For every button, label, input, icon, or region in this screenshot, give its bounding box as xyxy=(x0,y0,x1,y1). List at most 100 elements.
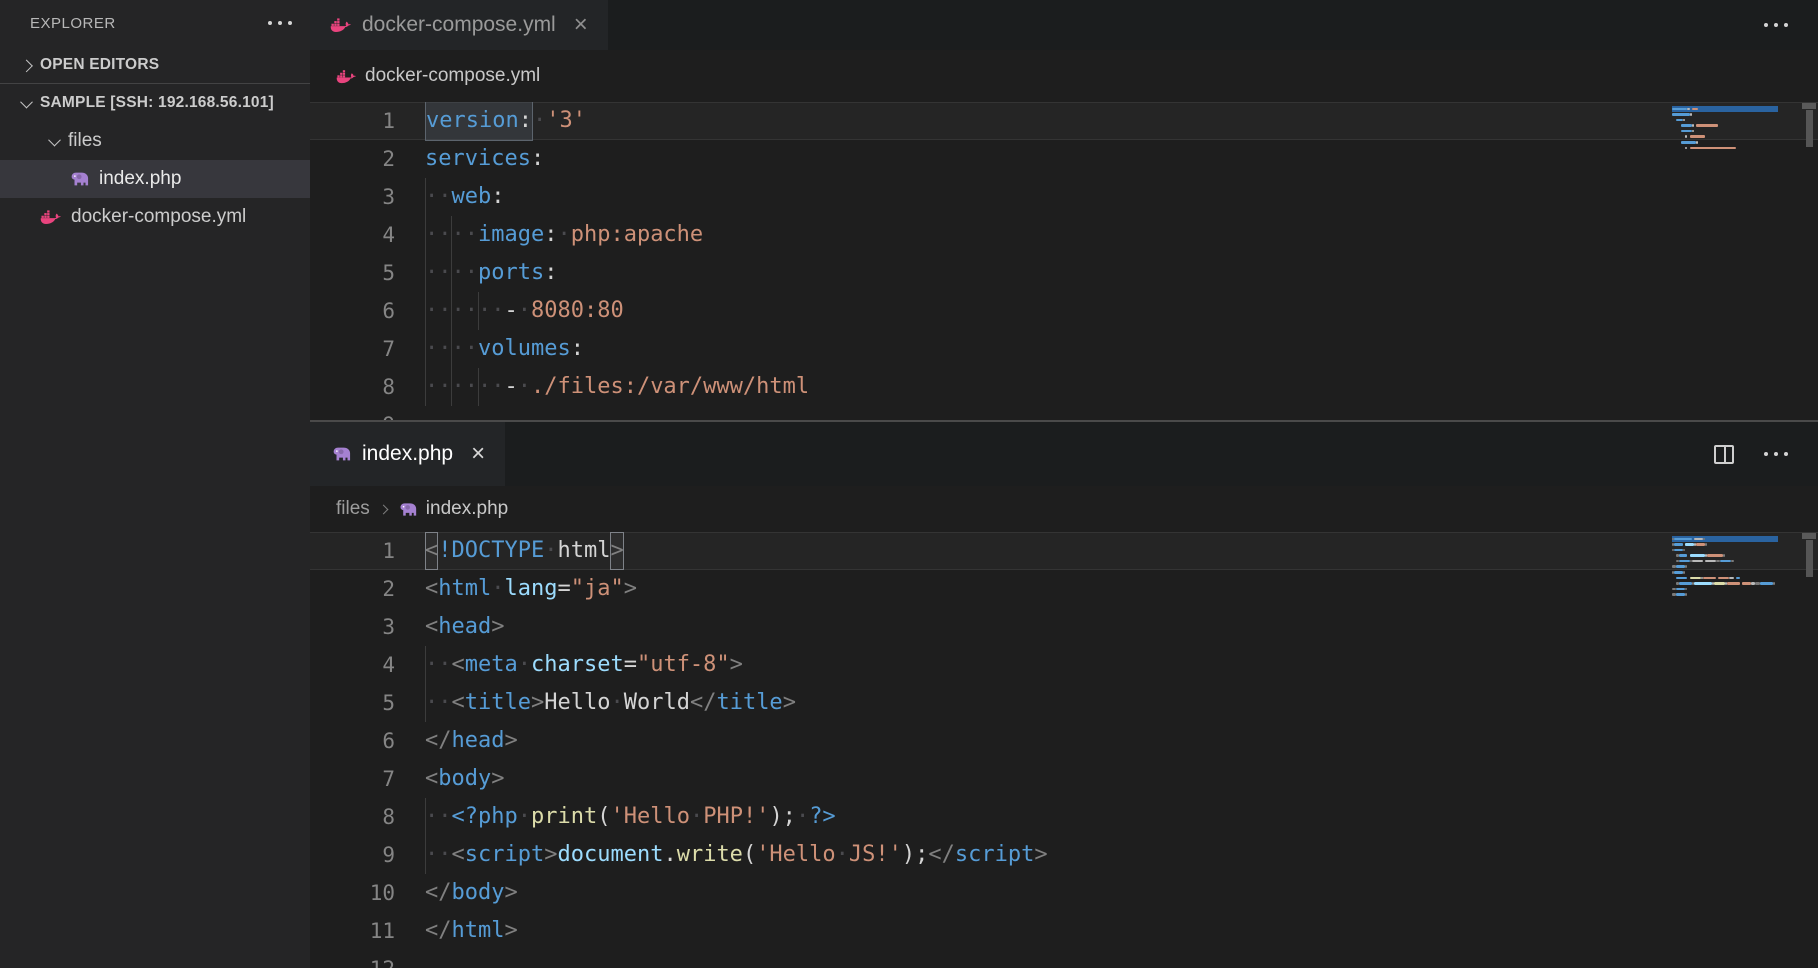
code-line[interactable]: 8······-·./files:/var/www/html xyxy=(310,368,1818,406)
minimap-token xyxy=(1681,124,1692,127)
code-token: "utf-8" xyxy=(637,646,730,684)
tab-index-php[interactable]: index.php× xyxy=(310,422,506,486)
code-line[interactable]: 3<head> xyxy=(310,608,1818,646)
tab-docker-compose-yml[interactable]: docker-compose.yml× xyxy=(310,0,609,50)
split-editor-icon[interactable] xyxy=(1714,445,1734,464)
line-number: 12 xyxy=(310,950,425,968)
breadcrumb-label: index.php xyxy=(426,498,508,520)
code-token: · xyxy=(610,684,623,722)
line-number: 4 xyxy=(310,216,425,254)
minimap-token xyxy=(1672,113,1690,116)
code-token: ·· xyxy=(425,178,452,216)
tab-close-icon[interactable]: × xyxy=(471,442,485,466)
code-line[interactable]: 8··<?php·print('Hello·PHP!');·?> xyxy=(310,798,1818,836)
code-token: ·· xyxy=(425,684,452,722)
code-token: · xyxy=(544,532,557,570)
code-line[interactable]: 7<body> xyxy=(310,760,1818,798)
code-token: PHP!' xyxy=(703,798,769,836)
breadcrumb-item[interactable]: index.php xyxy=(397,498,508,520)
minimap-token xyxy=(1674,549,1683,552)
more-actions-icon[interactable] xyxy=(1760,19,1792,31)
scrollbar[interactable] xyxy=(1802,103,1816,147)
code-line[interactable]: 6</head> xyxy=(310,722,1818,760)
code-token: meta xyxy=(465,646,518,684)
explorer-more-actions-icon[interactable] xyxy=(264,17,296,29)
indent-guide xyxy=(425,292,426,330)
line-content: ······-·8080:80 xyxy=(425,292,1818,330)
tree-item-index-php[interactable]: index.php xyxy=(0,160,310,198)
code-token: < xyxy=(452,836,465,874)
more-actions-icon[interactable] xyxy=(1760,448,1792,460)
minimap[interactable] xyxy=(1672,106,1800,151)
minimap-token xyxy=(1690,147,1736,150)
minimap-token xyxy=(1714,582,1725,585)
php-icon xyxy=(330,443,352,465)
code-token: ·· xyxy=(425,646,452,684)
indent-guide xyxy=(451,216,452,254)
code-token: html xyxy=(557,532,610,570)
line-content xyxy=(425,950,1818,968)
code-line[interactable]: 6······-·8080:80 xyxy=(310,292,1818,330)
code-line[interactable]: 9··<script>document.write('Hello·JS!');<… xyxy=(310,836,1818,874)
minimap-token xyxy=(1720,560,1731,563)
code-token: · xyxy=(836,836,849,874)
minimap-token xyxy=(1736,577,1740,580)
code-line[interactable]: 4····image:·php:apache xyxy=(310,216,1818,254)
tab-close-icon[interactable]: × xyxy=(574,13,588,37)
code-line[interactable]: 7····volumes: xyxy=(310,330,1818,368)
code-token: · xyxy=(796,798,809,836)
indent-guide xyxy=(425,216,426,254)
minimap-token xyxy=(1694,538,1703,541)
tree-item-sample-ssh-192-168-56-101[interactable]: SAMPLE [SSH: 192.168.56.101] xyxy=(0,84,310,122)
explorer-header: EXPLORER xyxy=(0,0,310,46)
minimap[interactable] xyxy=(1672,536,1800,598)
minimap-token xyxy=(1742,582,1751,585)
line-number: 5 xyxy=(310,254,425,292)
code-line[interactable]: 5··<title>Hello·World</title> xyxy=(310,684,1818,722)
breadcrumb-separator-icon xyxy=(378,504,388,514)
minimap-token xyxy=(1723,554,1725,557)
chevron-down-icon xyxy=(12,99,40,108)
minimap-token xyxy=(1727,582,1740,585)
code-line[interactable]: 5····ports: xyxy=(310,254,1818,292)
code-token: : xyxy=(544,216,557,254)
breadcrumb-item[interactable]: files xyxy=(336,498,370,520)
minimap-token xyxy=(1672,135,1685,138)
scrollbar[interactable] xyxy=(1802,533,1816,577)
scrollbar-thumb[interactable] xyxy=(1806,540,1813,577)
code-line[interactable]: 10</body> xyxy=(310,874,1818,912)
line-content: ····volumes: xyxy=(425,330,1818,368)
code-line[interactable]: 12 xyxy=(310,950,1818,968)
breadcrumb-top: docker-compose.yml xyxy=(310,50,1818,102)
code-token: · xyxy=(518,368,531,406)
code-token: > xyxy=(624,570,637,608)
code-token: > xyxy=(531,684,544,722)
scrollbar-thumb[interactable] xyxy=(1806,110,1813,147)
line-content: ··web: xyxy=(425,178,1818,216)
tree-item-docker-compose-yml[interactable]: docker-compose.yml xyxy=(0,198,310,236)
code-editor-bottom[interactable]: 1<!DOCTYPE·html>2<html·lang="ja">3<head>… xyxy=(310,532,1818,968)
code-line[interactable]: 1<!DOCTYPE·html> xyxy=(310,532,1818,570)
minimap-token xyxy=(1681,141,1696,144)
tree-item-open-editors[interactable]: OPEN EDITORS xyxy=(0,46,310,84)
code-line[interactable]: 9 xyxy=(310,406,1818,420)
minimap-token xyxy=(1672,124,1681,127)
editor-actions xyxy=(1714,422,1792,486)
code-line[interactable]: 2services: xyxy=(310,140,1818,178)
code-line[interactable]: 1version:·'3' xyxy=(310,102,1818,140)
code-line[interactable]: 4··<meta·charset="utf-8"> xyxy=(310,646,1818,684)
line-content: ··<meta·charset="utf-8"> xyxy=(425,646,1818,684)
tree-item-label: index.php xyxy=(99,168,181,190)
minimap-token xyxy=(1705,543,1707,546)
code-line[interactable]: 11</html> xyxy=(310,912,1818,950)
indent-guide xyxy=(478,368,479,406)
code-editor-top[interactable]: 1version:·'3'2services:3··web:4····image… xyxy=(310,102,1818,420)
minimap-token xyxy=(1672,130,1681,133)
code-line[interactable]: 2<html·lang="ja"> xyxy=(310,570,1818,608)
line-content: ······-·./files:/var/www/html xyxy=(425,368,1818,406)
code-line[interactable]: 3··web: xyxy=(310,178,1818,216)
breadcrumb-item[interactable]: docker-compose.yml xyxy=(336,65,540,87)
breadcrumb-bottom: files index.php xyxy=(310,486,1818,532)
tree-item-files[interactable]: files xyxy=(0,122,310,160)
code-token: ./files:/var/www/html xyxy=(531,368,809,406)
